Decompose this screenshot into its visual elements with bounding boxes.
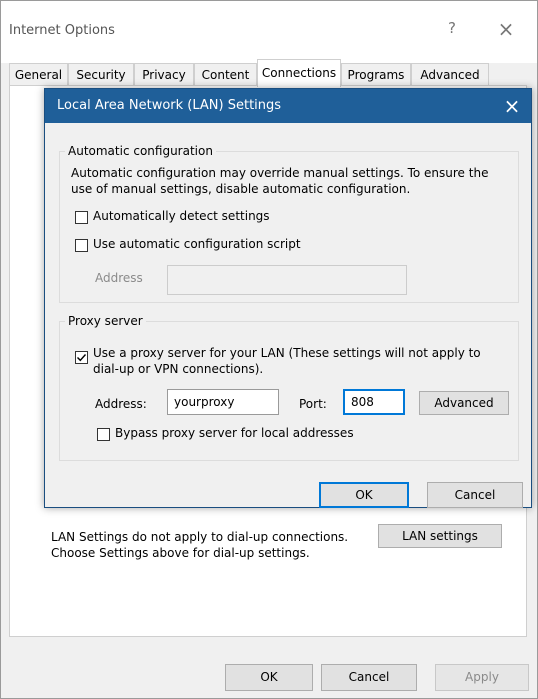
use-proxy-checkbox[interactable] <box>75 351 88 364</box>
config-script-checkbox[interactable] <box>75 239 88 252</box>
window-titlebar: Internet Options ? × <box>1 1 537 63</box>
auto-config-description-line: use of manual settings, disable automati… <box>71 182 411 196</box>
proxy-group-label: Proxy server <box>65 314 146 328</box>
tab-programs[interactable]: Programs <box>341 63 411 85</box>
lan-note-line: LAN Settings do not apply to dial-up con… <box>51 530 349 544</box>
window-title: Internet Options <box>9 23 115 38</box>
tab-advanced[interactable]: Advanced <box>411 63 489 85</box>
dialog-ok-button[interactable]: OK <box>319 482 409 508</box>
tab-security[interactable]: Security <box>68 63 134 85</box>
proxy-advanced-button[interactable]: Advanced <box>419 391 509 415</box>
dialog-titlebar: Local Area Network (LAN) Settings × <box>45 89 531 123</box>
checkmark-icon <box>77 354 87 362</box>
use-proxy-label-line: Use a proxy server for your LAN (These s… <box>93 346 481 360</box>
dialog-title: Local Area Network (LAN) Settings <box>57 98 282 113</box>
auto-config-group-label: Automatic configuration <box>65 144 216 158</box>
use-proxy-label: Use a proxy server for your LAN (These s… <box>93 345 523 377</box>
dialog-close-icon[interactable]: × <box>497 93 527 119</box>
cancel-button[interactable]: Cancel <box>321 664 417 691</box>
auto-config-description: Automatic configuration may override man… <box>71 165 521 197</box>
tab-general[interactable]: General <box>9 63 68 85</box>
use-proxy-label-line: dial-up or VPN connections). <box>93 362 264 376</box>
apply-button[interactable]: Apply <box>435 664 529 691</box>
bypass-local-checkbox[interactable] <box>97 428 110 441</box>
auto-detect-checkbox[interactable] <box>75 211 88 224</box>
ok-button[interactable]: OK <box>225 664 313 691</box>
script-address-input[interactable] <box>167 265 407 295</box>
lan-note-line: Choose Settings above for dial-up settin… <box>51 546 310 560</box>
close-icon[interactable]: × <box>489 17 523 43</box>
lan-settings-note: LAN Settings do not apply to dial-up con… <box>51 529 348 561</box>
lan-settings-button[interactable]: LAN settings <box>378 524 502 548</box>
tab-connections[interactable]: Connections <box>257 59 341 87</box>
tab-privacy[interactable]: Privacy <box>134 63 194 85</box>
proxy-address-input[interactable]: yourproxy <box>167 389 279 415</box>
auto-detect-label: Automatically detect settings <box>93 209 270 223</box>
auto-config-description-line: Automatic configuration may override man… <box>71 166 489 180</box>
dialog-cancel-button[interactable]: Cancel <box>427 482 523 508</box>
help-button[interactable]: ? <box>437 19 467 43</box>
config-script-label: Use automatic configuration script <box>93 237 301 251</box>
tab-content[interactable]: Content <box>194 63 257 85</box>
proxy-port-input[interactable]: 808 <box>343 389 405 415</box>
bypass-local-label: Bypass proxy server for local addresses <box>115 426 354 440</box>
script-address-label: Address <box>95 271 143 285</box>
proxy-port-label: Port: <box>299 397 327 411</box>
lan-settings-dialog: Local Area Network (LAN) Settings × Auto… <box>44 88 532 508</box>
proxy-address-label: Address: <box>95 397 147 411</box>
